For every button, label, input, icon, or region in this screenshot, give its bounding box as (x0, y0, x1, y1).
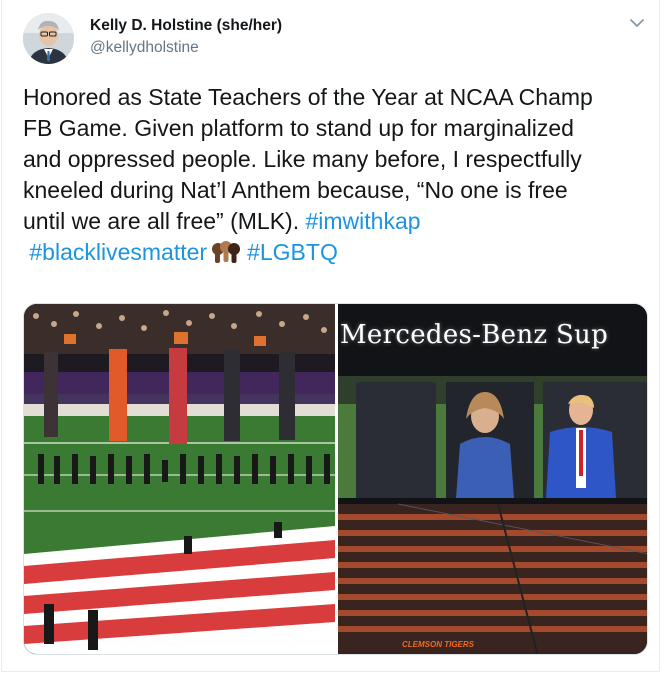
tweet-line: #blacklivesmatter #LGBTQ (23, 237, 648, 268)
raised-fists-emoji (209, 239, 243, 273)
media-image-jumbotron[interactable]: Mercedes-Benz Sup CLEMSON TIGERS (338, 304, 647, 654)
user-handle[interactable]: @kellydholstine (90, 39, 199, 57)
jumbotron-text: Mercedes-Benz Sup (340, 320, 609, 350)
tweet-line: and oppressed people. Like many before, … (23, 146, 582, 172)
avatar-photo (23, 13, 74, 64)
tweet-line-text: until we are all free” (MLK). (23, 208, 306, 234)
field-photo (24, 304, 335, 654)
tweet-line: until we are all free” (MLK). #imwithkap (23, 206, 648, 237)
tweet-text: Honored as State Teachers of the Year at… (23, 82, 648, 268)
chevron-down-icon[interactable] (628, 16, 646, 30)
display-name[interactable]: Kelly D. Holstine (she/her) (90, 17, 282, 35)
hashtag-lgbtq[interactable]: #LGBTQ (247, 239, 338, 265)
banner-text: CLEMSON TIGERS (402, 640, 475, 649)
avatar[interactable] (23, 13, 74, 64)
tweet-line: FB Game. Given platform to stand up for … (23, 115, 574, 141)
hashtag-blacklivesmatter[interactable]: #blacklivesmatter (29, 239, 207, 265)
jumbotron-photo (338, 304, 647, 654)
media-image-field[interactable] (24, 304, 335, 654)
tweet-line: kneeled during Nat’l Anthem because, “No… (23, 177, 568, 203)
media-grid: Mercedes-Benz Sup CLEMSON TIGERS (23, 303, 648, 655)
hashtag-imwithkap[interactable]: #imwithkap (305, 208, 420, 234)
tweet-card: Kelly D. Holstine (she/her) @kellydholst… (1, 0, 660, 672)
tweet-line: Honored as State Teachers of the Year at… (23, 84, 593, 110)
